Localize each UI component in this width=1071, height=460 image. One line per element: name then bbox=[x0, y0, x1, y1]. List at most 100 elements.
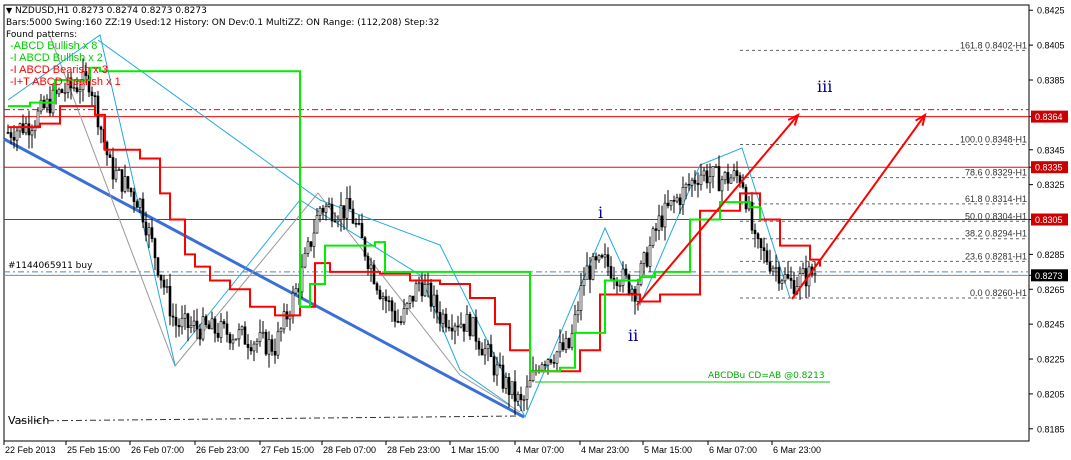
candle-body bbox=[171, 315, 175, 318]
candle-body bbox=[114, 169, 118, 180]
candle-body bbox=[357, 223, 361, 225]
chart-window[interactable]: 161.8 0.8402-H1 100.0 0.8348-H1 78.6 0.832… bbox=[0, 0, 1071, 460]
candle-body bbox=[579, 285, 583, 311]
candle-body bbox=[441, 313, 445, 324]
candle-body bbox=[486, 344, 490, 350]
candle-body bbox=[165, 286, 169, 288]
candle-body bbox=[636, 284, 640, 302]
candle-body bbox=[597, 255, 601, 261]
candle-body bbox=[129, 187, 133, 193]
candle-body bbox=[315, 215, 319, 234]
wave-label-i: i bbox=[598, 203, 604, 222]
candle-body bbox=[693, 179, 697, 184]
symbol-line: NZDUSD,H1 0.8273 0.8274 0.8273 0.8273 bbox=[15, 6, 207, 16]
candle-body bbox=[117, 169, 121, 171]
candle-body bbox=[510, 381, 514, 396]
candle-body bbox=[669, 200, 673, 207]
pattern-item: -I ABCD Bearish x 3 bbox=[10, 64, 108, 76]
candle-body bbox=[759, 238, 763, 249]
candle-body bbox=[576, 310, 580, 316]
candle-body bbox=[162, 279, 166, 288]
candle-body bbox=[489, 344, 493, 358]
candle-body bbox=[498, 364, 502, 367]
candle-body bbox=[624, 268, 628, 276]
author-label: Vasilich bbox=[8, 414, 50, 427]
candle-body bbox=[453, 325, 457, 332]
candle-body bbox=[567, 338, 571, 348]
candle-body bbox=[456, 325, 460, 328]
x-tick-label: 26 Feb 23:00 bbox=[196, 445, 249, 455]
candle-body bbox=[423, 284, 427, 297]
candle-body bbox=[771, 267, 775, 272]
candle-body bbox=[354, 222, 358, 225]
candle-body bbox=[141, 198, 145, 223]
candle-body bbox=[606, 254, 610, 267]
candle-body bbox=[135, 201, 139, 208]
candle-body bbox=[78, 89, 82, 93]
candle-body bbox=[99, 126, 103, 130]
candle-body bbox=[663, 202, 667, 228]
candle-body bbox=[522, 399, 526, 401]
candle-body bbox=[12, 137, 16, 141]
x-tick-label: 6 Mar 23:00 bbox=[773, 445, 821, 455]
candle-body bbox=[513, 381, 517, 402]
candle-body bbox=[555, 351, 559, 364]
candle-body bbox=[468, 313, 472, 337]
candle-body bbox=[180, 317, 184, 328]
candle-body bbox=[246, 343, 250, 348]
candle-body bbox=[459, 323, 463, 328]
chevron-down-icon[interactable]: ▼ bbox=[6, 6, 12, 15]
candle-body bbox=[588, 265, 592, 280]
candle-body bbox=[279, 328, 283, 333]
candle-body bbox=[168, 286, 172, 317]
candle-body bbox=[573, 314, 577, 334]
candle-body bbox=[687, 183, 691, 186]
candle-body bbox=[675, 197, 679, 202]
candle-body bbox=[474, 316, 478, 342]
candle-body bbox=[126, 176, 130, 189]
candle-body bbox=[432, 294, 436, 307]
fib-label: 161.8 0.8402-H1 bbox=[960, 40, 1027, 50]
candle-body bbox=[345, 198, 349, 219]
candle-body bbox=[591, 256, 595, 280]
candle-body bbox=[732, 170, 736, 179]
candle-body bbox=[654, 228, 658, 231]
candle-body bbox=[465, 313, 469, 332]
x-tick-label: 28 Feb 23:00 bbox=[387, 445, 440, 455]
candle-body bbox=[735, 170, 739, 176]
candle-body bbox=[630, 288, 634, 294]
order-label[interactable]: #1144065911 buy bbox=[8, 261, 92, 271]
candle-body bbox=[540, 364, 544, 371]
x-tick-label: 4 Mar 07:00 bbox=[516, 445, 564, 455]
candle-body bbox=[273, 351, 277, 356]
candle-body bbox=[159, 274, 163, 281]
x-tick-label: 4 Mar 23:00 bbox=[581, 445, 629, 455]
candle-body bbox=[570, 333, 574, 348]
candle-body bbox=[264, 331, 268, 355]
x-tick-label: 27 Feb 15:00 bbox=[261, 445, 314, 455]
fib-label: 100.0 0.8348-H1 bbox=[960, 135, 1027, 145]
candle-body bbox=[327, 204, 331, 207]
candle-body bbox=[516, 394, 520, 402]
y-tick-label: 0.8325 bbox=[1037, 180, 1065, 190]
wave-label-iii: iii bbox=[817, 77, 833, 96]
price-chart[interactable]: 161.8 0.8402-H1 100.0 0.8348-H1 78.6 0.832… bbox=[0, 0, 1071, 460]
y-tick-label: 0.8405 bbox=[1037, 41, 1065, 51]
candle-body bbox=[717, 166, 721, 192]
candle-body bbox=[249, 347, 253, 352]
candle-body bbox=[204, 316, 208, 326]
candle-body bbox=[786, 274, 790, 279]
candle-body bbox=[228, 334, 232, 344]
candle-body bbox=[237, 329, 241, 340]
y-tick-label: 0.8425 bbox=[1037, 6, 1065, 16]
candle-body bbox=[492, 356, 496, 376]
y-tick-label: 0.8185 bbox=[1037, 424, 1065, 434]
candle-body bbox=[450, 327, 454, 332]
candle-body bbox=[156, 257, 160, 276]
candle-body bbox=[414, 283, 418, 302]
candle-body bbox=[36, 110, 40, 127]
level-price-label: 0.8335 bbox=[1035, 163, 1063, 173]
candle-body bbox=[342, 205, 346, 219]
candle-body bbox=[174, 316, 178, 326]
x-tick-label: 22 Feb 2013 bbox=[5, 445, 56, 455]
